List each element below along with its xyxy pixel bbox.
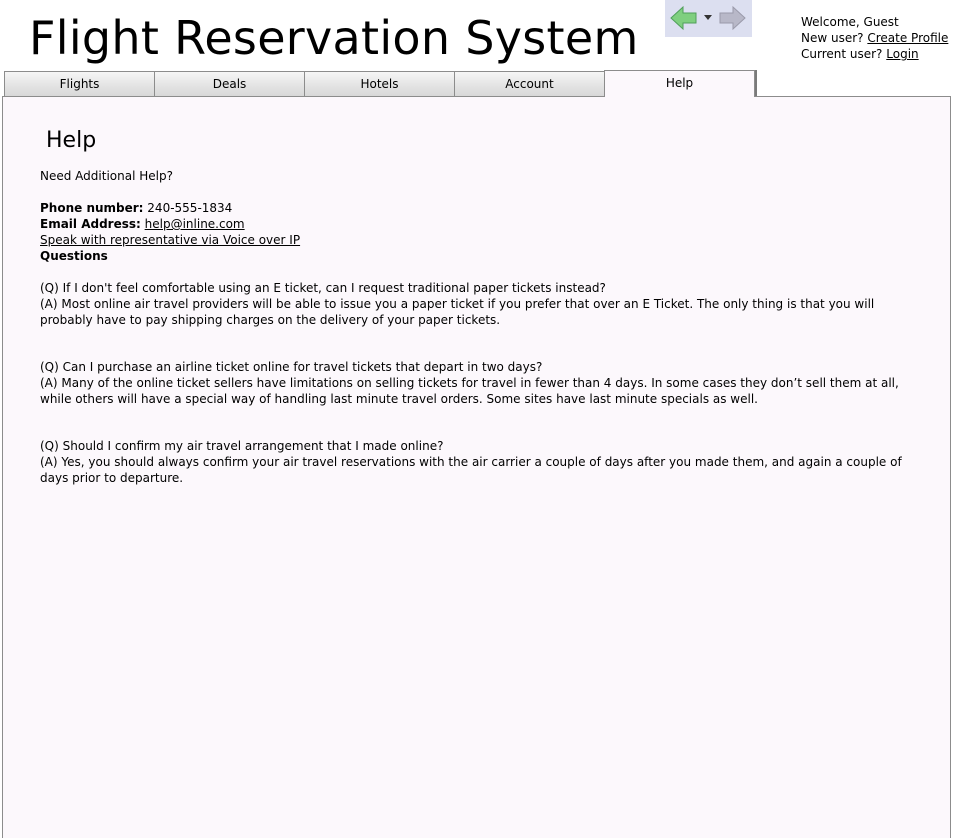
back-arrow-icon[interactable]: [669, 4, 699, 32]
navigation-buttons: [665, 0, 752, 37]
welcome-text: Welcome, Guest: [801, 15, 899, 29]
phone-label: Phone number:: [40, 201, 144, 215]
phone-value: 240-555-1834: [143, 201, 233, 215]
page-title: Help: [46, 128, 97, 153]
faq-question: (Q) Should I confirm my air travel arran…: [40, 439, 444, 453]
forward-arrow-icon[interactable]: [717, 4, 747, 32]
tab-account[interactable]: Account: [454, 71, 605, 97]
questions-label: Questions: [40, 249, 108, 263]
faq-item: (Q) If I don't feel comfortable using an…: [40, 280, 920, 328]
tab-help[interactable]: Help: [604, 70, 755, 97]
login-link[interactable]: Login: [886, 47, 918, 61]
voip-link[interactable]: Speak with representative via Voice over…: [40, 233, 300, 247]
faq-answer: (A) Many of the online ticket sellers ha…: [40, 376, 899, 406]
email-link[interactable]: help@inline.com: [145, 217, 245, 231]
app-title: Flight Reservation System: [29, 11, 639, 65]
new-user-line: New user? Create Profile: [801, 30, 948, 46]
tab-deals[interactable]: Deals: [154, 71, 305, 97]
help-intro: Need Additional Help?: [40, 169, 173, 183]
faq-answer: (A) Yes, you should always confirm your …: [40, 455, 902, 485]
app-window: Flight Reservation System Welcome, Guest…: [0, 0, 969, 838]
help-body: Need Additional Help? Phone number: 240-…: [40, 168, 920, 486]
tab-flights[interactable]: Flights: [4, 71, 155, 97]
current-user-line: Current user? Login: [801, 46, 948, 62]
create-profile-link[interactable]: Create Profile: [867, 31, 948, 45]
new-user-label: New user?: [801, 31, 864, 45]
faq-answer: (A) Most online air travel providers wil…: [40, 297, 875, 327]
help-content-panel: Help Need Additional Help? Phone number:…: [2, 96, 951, 838]
faq-question: (Q) If I don't feel comfortable using an…: [40, 281, 606, 295]
faq-item: (Q) Should I confirm my air travel arran…: [40, 438, 920, 486]
chevron-down-icon[interactable]: [703, 11, 713, 23]
user-panel: Welcome, Guest New user? Create Profile …: [801, 14, 948, 62]
faq-item: (Q) Can I purchase an airline ticket onl…: [40, 359, 920, 407]
email-line: Email Address: help@inline.com: [40, 216, 920, 232]
current-user-label: Current user?: [801, 47, 883, 61]
email-label: Email Address:: [40, 217, 141, 231]
tab-bar: Flights Deals Hotels Account Help: [4, 70, 758, 97]
tab-bar-end-divider: [755, 70, 757, 96]
tab-hotels[interactable]: Hotels: [304, 71, 455, 97]
faq-question: (Q) Can I purchase an airline ticket onl…: [40, 360, 543, 374]
phone-line: Phone number: 240-555-1834: [40, 200, 920, 216]
